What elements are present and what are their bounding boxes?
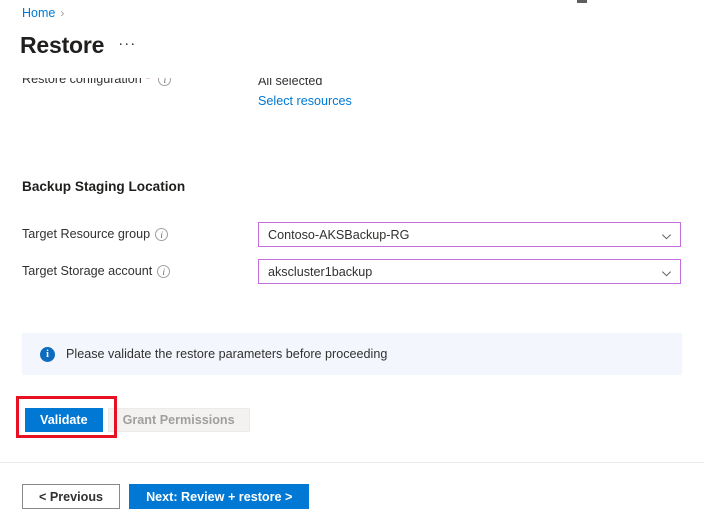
chevron-down-icon xyxy=(661,266,672,277)
breadcrumb: Home › xyxy=(22,5,64,21)
footer-divider xyxy=(0,462,704,463)
restore-configuration-label-text: Restore configuration xyxy=(22,78,142,86)
target-resource-group-row: Target Resource group i Contoso-AKSBacku… xyxy=(0,222,704,248)
more-options-icon[interactable]: ··· xyxy=(118,31,136,59)
info-icon[interactable]: i xyxy=(155,228,168,241)
page-header: Restore ··· xyxy=(20,31,136,59)
info-icon[interactable]: i xyxy=(158,78,171,86)
grant-permissions-button: Grant Permissions xyxy=(108,408,250,432)
next-review-restore-button[interactable]: Next: Review + restore > xyxy=(129,484,309,509)
backup-staging-location-heading: Backup Staging Location xyxy=(22,179,185,194)
target-storage-account-label-text: Target Storage account xyxy=(22,264,152,278)
validation-action-group: Validate Grant Permissions xyxy=(25,408,250,432)
target-storage-account-label: Target Storage account i xyxy=(22,264,170,278)
wizard-footer: < Previous Next: Review + restore > xyxy=(22,484,309,509)
restore-configuration-value-group: All selected Select resources xyxy=(258,78,352,111)
target-storage-account-dropdown[interactable]: akscluster1backup xyxy=(258,259,681,284)
breadcrumb-item-home[interactable]: Home xyxy=(22,5,55,21)
target-storage-account-row: Target Storage account i akscluster1back… xyxy=(0,259,704,285)
previous-button[interactable]: < Previous xyxy=(22,484,120,509)
info-icon: i xyxy=(40,347,55,362)
validate-button[interactable]: Validate xyxy=(25,408,103,432)
restore-configuration-row: Restore configuration * i All selected S… xyxy=(0,78,704,120)
validation-info-message: Please validate the restore parameters b… xyxy=(66,347,387,361)
restore-configuration-value: All selected xyxy=(258,78,352,91)
chevron-down-icon xyxy=(661,229,672,240)
target-resource-group-label-text: Target Resource group xyxy=(22,227,150,241)
target-storage-account-value: akscluster1backup xyxy=(268,265,661,279)
top-edge-artifact xyxy=(577,0,587,3)
info-icon[interactable]: i xyxy=(157,265,170,278)
page-title: Restore xyxy=(20,31,104,59)
select-resources-link[interactable]: Select resources xyxy=(258,92,352,111)
chevron-right-icon: › xyxy=(60,5,64,21)
target-resource-group-value: Contoso-AKSBackup-RG xyxy=(268,228,661,242)
target-resource-group-label: Target Resource group i xyxy=(22,227,168,241)
validation-info-banner: i Please validate the restore parameters… xyxy=(22,333,682,375)
required-asterisk-icon: * xyxy=(146,78,151,86)
restore-configuration-label: Restore configuration * i xyxy=(22,78,171,86)
target-resource-group-dropdown[interactable]: Contoso-AKSBackup-RG xyxy=(258,222,681,247)
